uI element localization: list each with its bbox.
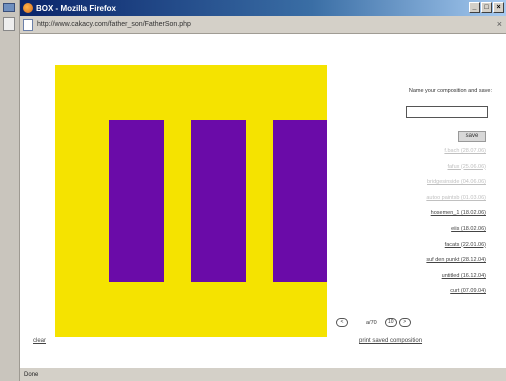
taskbar-app-icon[interactable] xyxy=(3,3,15,12)
composition-link[interactable]: eiis (18.02.06) xyxy=(426,224,486,240)
firefox-icon xyxy=(23,3,33,13)
close-icon[interactable]: × xyxy=(493,2,504,13)
composition-link[interactable]: suf den punkt (28.12.04) xyxy=(426,255,486,271)
composition-link[interactable]: autoo paintsb (01.03.06) xyxy=(426,193,486,209)
window-controls: _ □ × xyxy=(469,2,504,13)
status-text: Done xyxy=(24,371,39,378)
prev-page-button[interactable]: < xyxy=(336,318,348,327)
page-info: a/70 xyxy=(366,319,377,326)
url-field[interactable]: http://www.cakacy.com/father_son/FatherS… xyxy=(37,21,191,28)
composition-canvas[interactable] xyxy=(55,65,327,337)
composition-link[interactable]: curt (07.09.04) xyxy=(426,286,486,302)
page-number-button[interactable]: 10 xyxy=(384,318,397,327)
saved-compositions-list: f.bach (28.07.06) fafux (25.06.06) bridg… xyxy=(426,146,486,302)
composition-link[interactable]: facats (22.01.06) xyxy=(426,240,486,256)
clear-link[interactable]: clear xyxy=(33,338,46,344)
status-bar: Done xyxy=(20,367,506,381)
address-bar: http://www.cakacy.com/father_son/FatherS… xyxy=(20,16,506,34)
save-button[interactable]: save xyxy=(458,131,486,142)
purple-bar[interactable] xyxy=(191,120,246,282)
composition-link[interactable]: untitled (16.12.04) xyxy=(426,271,486,287)
title-bar: BOX - Mozilla Firefox _ □ × xyxy=(20,0,506,16)
composition-link[interactable]: bridgesinside (04.06.06) xyxy=(426,177,486,193)
page-icon xyxy=(23,18,33,31)
window-title: BOX - Mozilla Firefox xyxy=(36,3,117,13)
composition-link[interactable]: hosemen_1 (18.02.06) xyxy=(426,208,486,224)
purple-bar[interactable] xyxy=(273,120,327,282)
name-label: Name your composition and save: xyxy=(408,88,492,94)
composition-link[interactable]: f.bach (28.07.06) xyxy=(426,146,486,162)
composition-link[interactable]: fafux (25.06.06) xyxy=(426,162,486,178)
page-content: Name your composition and save: save f.b… xyxy=(20,35,506,367)
composition-name-input[interactable] xyxy=(406,106,488,118)
minimize-icon[interactable]: _ xyxy=(469,2,480,13)
maximize-icon[interactable]: □ xyxy=(481,2,492,13)
pagination: < a/70 10 > xyxy=(336,318,411,327)
close-tab-icon[interactable]: × xyxy=(497,19,502,29)
browser-window: BOX - Mozilla Firefox _ □ × http://www.c… xyxy=(20,0,506,381)
next-page-button[interactable]: > xyxy=(398,318,411,327)
print-saved-composition-link[interactable]: print saved composition xyxy=(359,338,422,344)
taskbar-doc-icon[interactable] xyxy=(3,17,15,31)
purple-bar[interactable] xyxy=(109,120,164,282)
left-taskbar-strip xyxy=(0,0,20,381)
